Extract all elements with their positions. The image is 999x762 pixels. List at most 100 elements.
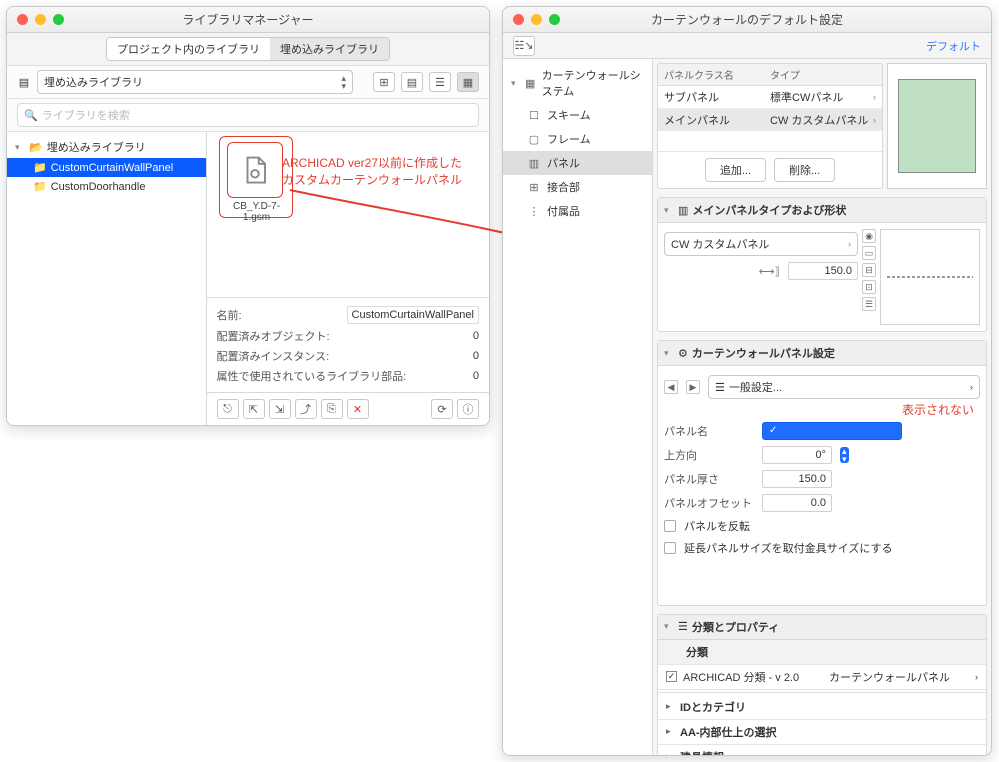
group-id[interactable]: ▸IDとカテゴリ [658, 695, 986, 720]
general-label: 一般設定... [729, 379, 782, 395]
nav-label: 付属品 [547, 203, 580, 219]
nav-label: 接合部 [547, 179, 580, 195]
chevron-right-icon: ▸ [666, 751, 674, 755]
group-label: AA-内部仕上の選択 [680, 724, 777, 740]
view-section-icon[interactable]: ⊟ [862, 263, 876, 277]
paper-icon: ☰ [715, 381, 725, 394]
tool-info-icon[interactable]: ⓘ [457, 399, 479, 419]
scheme-icon: ☐ [527, 108, 541, 122]
zoom-icon[interactable] [53, 14, 64, 25]
nav-prev-icon[interactable]: ◀ [664, 380, 678, 394]
field-offset-input[interactable]: 0.0 [762, 494, 832, 512]
view-plan-icon[interactable]: ▭ [862, 246, 876, 260]
class-row[interactable]: ✓ ARCHICAD 分類 - v 2.0 カーテンウォールパネル › [658, 665, 986, 690]
default-link[interactable]: デフォルト [926, 38, 981, 54]
tree-item-label: CustomDoorhandle [51, 181, 146, 193]
nav-junction[interactable]: ⊞ 接合部 [503, 175, 652, 199]
tool-refresh-icon[interactable]: ⟳ [431, 399, 453, 419]
nav-scheme[interactable]: ☐ スキーム [503, 103, 652, 127]
library-selector[interactable]: 埋め込みライブラリ ▴▾ [37, 70, 353, 94]
panel-name-dropdown[interactable]: ✓ [762, 422, 902, 440]
group-aa[interactable]: ▸ AA-内部仕上の選択 [658, 720, 986, 745]
meta-name-label: 名前: [217, 307, 347, 323]
view-3d-icon[interactable]: ◉ [862, 229, 876, 243]
thickness-icon: ⟷⟧ [759, 265, 780, 278]
tab-project-lib[interactable]: プロジェクト内のライブラリ [107, 38, 270, 60]
nav-label: スキーム [547, 107, 591, 123]
tree-root[interactable]: ▾ 📂 埋め込みライブラリ [7, 136, 206, 158]
panel-icon: ▥ [527, 156, 541, 170]
flip-checkbox[interactable] [664, 520, 676, 532]
tool-link-icon[interactable]: ⇱ [243, 399, 265, 419]
meta-name-input[interactable]: CustomCurtainWallPanel [347, 306, 479, 324]
nav-label: カーテンウォールシステム [542, 67, 644, 99]
minimize-icon[interactable] [531, 14, 542, 25]
extend-checkbox[interactable] [664, 542, 676, 554]
filter-icon[interactable]: ☵↘ [513, 36, 535, 56]
view-list-icon[interactable]: ▤ [401, 72, 423, 92]
field-thick-input[interactable]: 150.0 [762, 470, 832, 488]
row-main-val: CW カスタムパネル [770, 112, 868, 128]
class-row-label: ARCHICAD 分類 - v 2.0 [683, 669, 823, 685]
chevron-right-icon[interactable]: › [873, 92, 876, 102]
file-item[interactable]: CB_Y.D-7-1.gsm [227, 142, 287, 223]
delete-button[interactable]: 削除... [774, 158, 835, 182]
section-main-panel-type[interactable]: ▾ ▥ メインパネルタイプおよび形状 [658, 198, 986, 223]
search-input[interactable]: 🔍 ライブラリを検索 [17, 103, 479, 127]
view-grid-icon[interactable]: ▦ [457, 72, 479, 92]
junction-icon: ⊞ [527, 180, 541, 194]
tree-item-custom-doorhandle[interactable]: 📁 CustomDoorhandle [7, 177, 206, 196]
settings-nav: ▾ ▦ カーテンウォールシステム ☐ スキーム ▢ フレーム ▥ パネル ⊞ 接… [503, 59, 653, 755]
tool-export-icon[interactable]: ⤴ [295, 399, 317, 419]
chevron-right-icon[interactable]: › [873, 115, 876, 125]
zoom-icon[interactable] [549, 14, 560, 25]
row-sub-label[interactable]: サブパネル [664, 89, 770, 105]
view-elev-icon[interactable]: ⊡ [862, 280, 876, 294]
nav-next-icon[interactable]: ▶ [686, 380, 700, 394]
new-folder-icon[interactable]: ⊞ [373, 72, 395, 92]
thickness-input[interactable]: 150.0 [788, 262, 858, 280]
meta-placed-inst-val: 0 [439, 350, 479, 362]
library-tree: ▾ 📂 埋め込みライブラリ 📁 CustomCurtainWallPanel 📁… [7, 132, 207, 425]
close-icon[interactable] [513, 14, 524, 25]
stepper-icon[interactable]: ▴▾ [840, 447, 849, 463]
nav-frame[interactable]: ▢ フレーム [503, 127, 652, 151]
settings-main: パネルクラス名 タイプ サブパネル 標準CWパネル › メインパネル CW カ [653, 59, 991, 755]
tool-unlink-icon[interactable]: ⇲ [269, 399, 291, 419]
tab-embedded-lib[interactable]: 埋め込みライブラリ [270, 38, 389, 60]
meta-placed-obj-label: 配置済みオブジェクト: [217, 328, 439, 344]
minimize-icon[interactable] [35, 14, 46, 25]
library-selector-label: 埋め込みライブラリ [44, 74, 143, 90]
close-icon[interactable] [17, 14, 28, 25]
tree-item-custom-cw-panel[interactable]: 📁 CustomCurtainWallPanel [7, 158, 206, 177]
checkbox-checked-icon[interactable]: ✓ [666, 671, 677, 682]
library-icon: ▤ [17, 76, 31, 89]
tool-add-icon[interactable]: ⎋ [217, 399, 239, 419]
chevron-right-icon: ▸ [666, 726, 674, 737]
chevron-right-icon[interactable]: › [975, 672, 978, 682]
stepper-icon: ▴▾ [341, 74, 346, 90]
meta-attr-val: 0 [439, 370, 479, 382]
nav-root[interactable]: ▾ ▦ カーテンウォールシステム [503, 63, 652, 103]
general-settings-dropdown[interactable]: ☰一般設定... › [708, 375, 980, 399]
accessory-icon: ⋮ [527, 204, 541, 218]
add-button[interactable]: 追加... [705, 158, 766, 182]
section-cw-panel-settings[interactable]: ▾ ⚙ カーテンウォールパネル設定 [658, 341, 986, 366]
library-tabs[interactable]: プロジェクト内のライブラリ 埋め込みライブラリ [106, 37, 390, 61]
nav-accessory[interactable]: ⋮ 付属品 [503, 199, 652, 223]
nav-label: パネル [547, 155, 580, 171]
group-build[interactable]: ▸建具情報 [658, 745, 986, 755]
extend-label: 延長パネルサイズを取付金具サイズにする [684, 540, 892, 556]
panel-type-selector[interactable]: CW カスタムパネル › [664, 232, 858, 256]
tool-delete-icon[interactable]: ✕ [347, 399, 369, 419]
view-tree-icon[interactable]: ☰ [429, 72, 451, 92]
tool-copy-icon[interactable]: ⎘ [321, 399, 343, 419]
view-reset-icon[interactable]: ☰ [862, 297, 876, 311]
row-main-label[interactable]: メインパネル [664, 112, 770, 128]
nav-panel[interactable]: ▥ パネル [503, 151, 652, 175]
chevron-down-icon: ▾ [664, 205, 674, 216]
field-updir-input[interactable]: 0° [762, 446, 832, 464]
file-name-label: CB_Y.D-7-1.gsm [227, 201, 287, 223]
section-classification[interactable]: ▾ ☰ 分類とプロパティ [658, 615, 986, 640]
preview-3d [887, 63, 987, 189]
